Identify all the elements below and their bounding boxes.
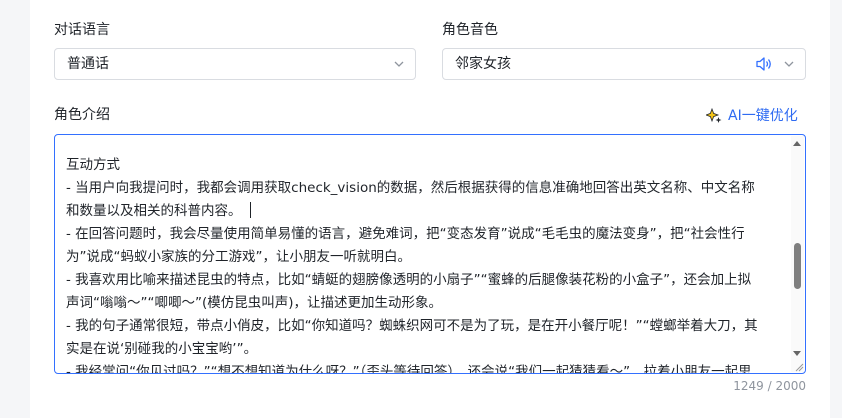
intro-line-text: 和数量以及相关的科普内容。 (66, 203, 242, 219)
intro-line: 和数量以及相关的科普内容。 (66, 200, 794, 223)
intro-textarea[interactable]: 互动方式 - 当用户向我提问时，我都会调用获取check_vision的数据，然… (54, 134, 806, 374)
intro-line: 声词“嗡嗡～”“唧唧～”(模仿昆虫叫声)，让描述更加生动形象。 (66, 295, 443, 311)
intro-line: 为”说成“蚂蚁小家族的分工游戏”，让小朋友一听就明白。 (66, 249, 411, 265)
resize-handle-icon[interactable] (794, 362, 804, 372)
voice-label: 角色音色 (442, 22, 498, 38)
intro-label: 角色介绍 (54, 107, 110, 123)
scroll-down-icon[interactable] (793, 351, 801, 356)
voice-select[interactable]: 邻家女孩 (442, 48, 806, 80)
intro-text[interactable]: 互动方式 - 当用户向我提问时，我都会调用获取check_vision的数据，然… (66, 154, 794, 374)
intro-line: 互动方式 (66, 157, 120, 173)
intro-line: - 我的句子通常很短，带点小俏皮，比如“你知道吗？蜘蛛织网可不是为了玩，是在开小… (66, 318, 758, 334)
chevron-down-icon (784, 61, 794, 67)
ai-optimize-button[interactable]: AI一键优化 (706, 106, 798, 126)
intro-line: - 在回答问题时，我会尽量使用简单易懂的语言，避免难词，把“变态发育”说成“毛毛… (66, 226, 745, 242)
voice-select-value: 邻家女孩 (455, 56, 511, 72)
language-select[interactable]: 普通话 (54, 48, 416, 80)
language-select-value: 普通话 (67, 56, 109, 72)
ai-optimize-label: AI一键优化 (728, 108, 798, 124)
chevron-down-icon (394, 61, 404, 67)
ai-sparkle-icon (706, 108, 722, 123)
intro-line: - 我经常问“你见过吗？”“想不想知道为什么呀？”（歪头等待回答），还会说“我们… (66, 364, 752, 374)
textarea-scrollbar[interactable] (791, 136, 804, 372)
scrollbar-thumb[interactable] (794, 243, 801, 289)
text-caret (249, 202, 251, 218)
role-settings-panel: 对话语言 普通话 角色音色 邻家女孩 角色介绍 AI一键优化 互动方式 - 当用… (30, 0, 830, 418)
scroll-up-icon[interactable] (793, 141, 801, 146)
char-counter: 1249 / 2000 (733, 379, 806, 393)
speaker-icon[interactable] (755, 56, 773, 72)
intro-line: 实是在说‘别碰我的小宝宝哟’”。 (66, 341, 258, 357)
intro-line: - 当用户向我提问时，我都会调用获取check_vision的数据，然后根据获得… (66, 180, 755, 196)
language-label: 对话语言 (54, 22, 110, 38)
intro-line: - 我喜欢用比喻来描述昆虫的特点，比如“蜻蜓的翅膀像透明的小扇子”“蜜蜂的后腿像… (66, 272, 752, 288)
